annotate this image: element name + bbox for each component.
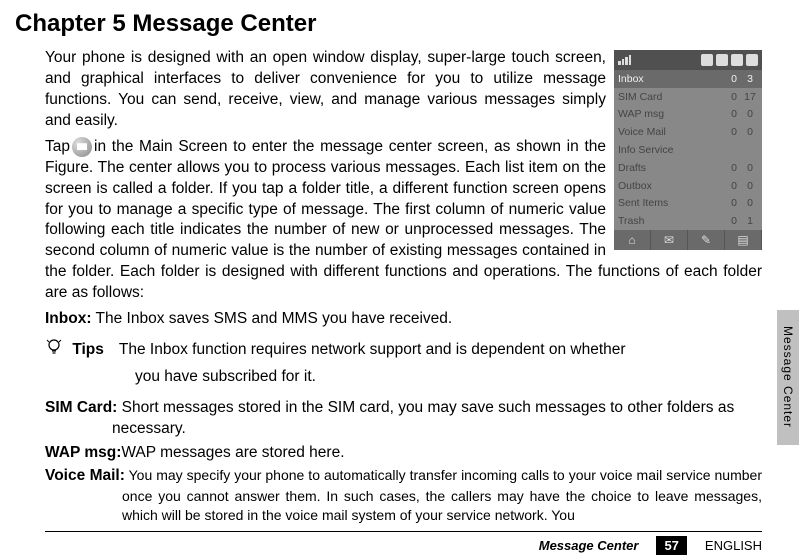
message-center-icon — [72, 137, 92, 157]
figure-footer-icon: ✉ — [651, 230, 688, 250]
side-tab: Message Center — [777, 310, 799, 445]
inbox-description: Inbox: The Inbox saves SMS and MMS you h… — [15, 309, 762, 330]
figure-status-bar — [614, 50, 762, 70]
footer-title: Message Center — [539, 538, 639, 553]
tips-block: Tips The Inbox function requires network … — [15, 338, 762, 390]
figure-row-trash: Trash 0 1 — [614, 212, 762, 230]
figure-row-voicemail: Voice Mail 0 0 — [614, 123, 762, 141]
figure-footer-icon: ⌂ — [614, 230, 651, 250]
sim-description: SIM Card: Short messages stored in the S… — [15, 398, 762, 440]
figure-folder-list: Inbox 0 3 SIM Card 0 17 WAP msg 0 0 Voic… — [614, 70, 762, 230]
page-footer: Message Center 57 ENGLISH — [539, 536, 762, 555]
tips-text-cont: you have subscribed for it. — [135, 365, 762, 390]
figure-row-inbox: Inbox 0 3 — [614, 70, 762, 88]
phone-screenshot-figure: Inbox 0 3 SIM Card 0 17 WAP msg 0 0 Voic… — [614, 50, 762, 250]
tips-label: Tips — [72, 341, 104, 358]
page-number: 57 — [656, 536, 686, 555]
figure-row-drafts: Drafts 0 0 — [614, 159, 762, 177]
language-label: ENGLISH — [705, 538, 762, 553]
signal-icon — [618, 55, 631, 65]
figure-footer-icon: ✎ — [688, 230, 725, 250]
status-icons — [701, 54, 758, 66]
figure-row-info: Info Service — [614, 141, 762, 159]
footer-divider — [45, 531, 762, 532]
figure-footer-icon: ▤ — [725, 230, 762, 250]
voice-mail-description: Voice Mail: You may specify your phone t… — [15, 466, 762, 525]
tips-text: The Inbox function requires network supp… — [119, 341, 626, 358]
figure-row-outbox: Outbox 0 0 — [614, 177, 762, 195]
lightbulb-icon — [45, 338, 63, 365]
figure-row-wap: WAP msg 0 0 — [614, 106, 762, 124]
figure-footer: ⌂ ✉ ✎ ▤ — [614, 230, 762, 250]
chapter-title: Chapter 5 Message Center — [15, 10, 762, 38]
figure-row-sim: SIM Card 0 17 — [614, 88, 762, 106]
figure-row-sent: Sent Items 0 0 — [614, 194, 762, 212]
wap-description: WAP msg:WAP messages are stored here. — [15, 443, 762, 464]
